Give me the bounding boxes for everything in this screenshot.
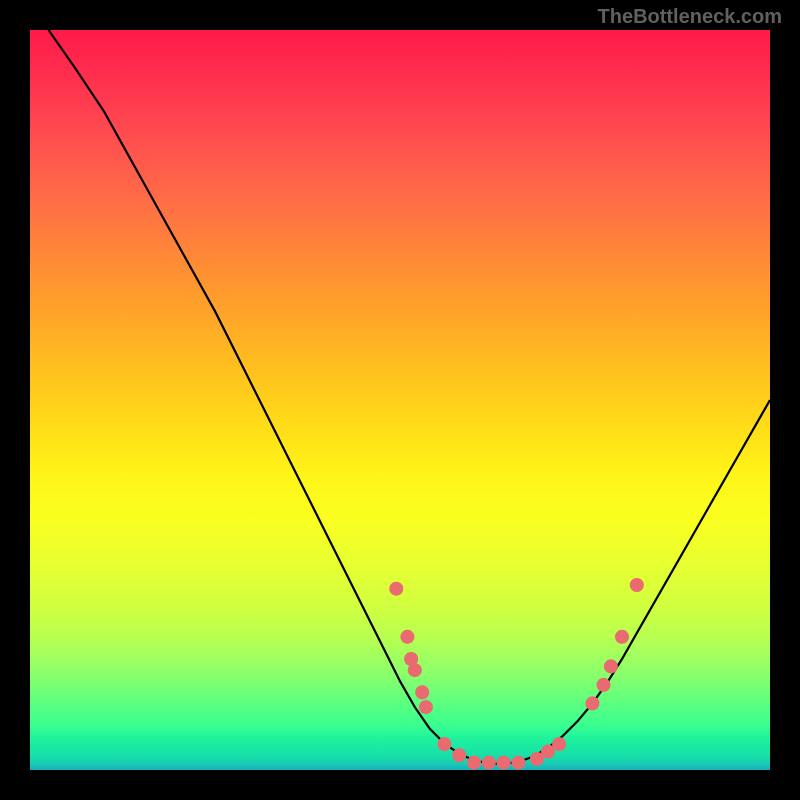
chart-point — [419, 700, 433, 714]
chart-point — [604, 659, 618, 673]
watermark-text: TheBottleneck.com — [598, 6, 782, 29]
chart-point — [467, 756, 481, 770]
chart-point — [497, 756, 511, 770]
chart-point — [552, 737, 566, 751]
chart-point — [408, 663, 422, 677]
chart-point — [437, 737, 451, 751]
chart-point — [585, 696, 599, 710]
chart-point — [615, 630, 629, 644]
chart-points-group — [389, 578, 644, 770]
chart-plot-area — [30, 30, 770, 770]
chart-point — [511, 756, 525, 770]
chart-svg — [30, 30, 770, 770]
chart-point — [630, 578, 644, 592]
chart-point — [452, 748, 466, 762]
chart-point — [597, 678, 611, 692]
chart-point — [415, 685, 429, 699]
chart-point — [400, 630, 414, 644]
chart-point — [482, 756, 496, 770]
chart-point — [389, 582, 403, 596]
